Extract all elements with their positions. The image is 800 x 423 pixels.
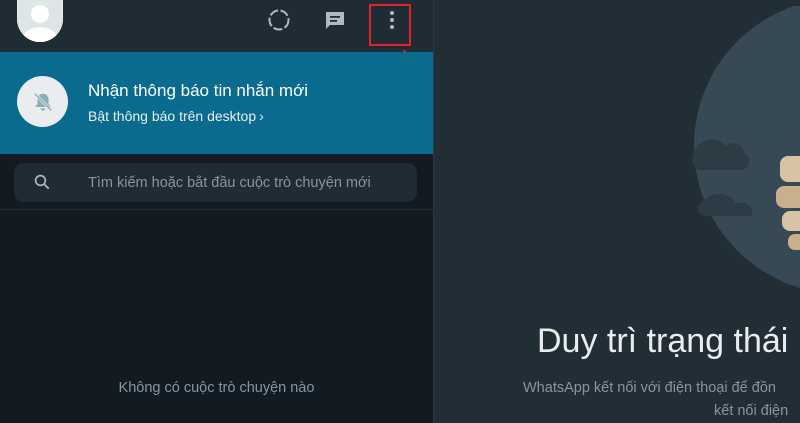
left-panel: Nhận thông báo tin nhắn mới Bật thông bá…: [0, 0, 433, 423]
notification-subtitle: Bật thông báo trên desktop: [88, 108, 257, 124]
sidebar-header: [0, 0, 433, 52]
search-box[interactable]: [14, 163, 417, 202]
chat-bubble-icon[interactable]: [321, 6, 349, 34]
notification-title: Nhận thông báo tin nhắn mới: [88, 81, 309, 100]
bell-off-icon: [17, 76, 68, 127]
status-ring-icon[interactable]: [265, 6, 293, 34]
welcome-description-line1: WhatsApp kết nối với điện thoại để đồn: [523, 380, 776, 396]
enable-notifications-link[interactable]: Bật thông báo trên desktop ›: [88, 108, 264, 124]
search-area: [0, 154, 433, 210]
search-icon: [34, 174, 50, 190]
search-input[interactable]: [88, 163, 408, 202]
welcome-description-line2: kết nối điện: [714, 403, 789, 419]
welcome-illustration-icon: [692, 6, 800, 288]
menu-highlight-annotation: [369, 4, 411, 46]
welcome-title: Duy trì trạng thái: [537, 322, 789, 360]
default-avatar-icon[interactable]: [17, 0, 63, 42]
welcome-panel: Duy trì trạng thái WhatsApp kết nối với …: [434, 0, 800, 423]
chevron-right-icon: ›: [259, 108, 264, 124]
empty-chat-list-text: Không có cuộc trò chuyện nào: [118, 380, 315, 396]
notification-banner[interactable]: Nhận thông báo tin nhắn mới Bật thông bá…: [0, 52, 433, 154]
